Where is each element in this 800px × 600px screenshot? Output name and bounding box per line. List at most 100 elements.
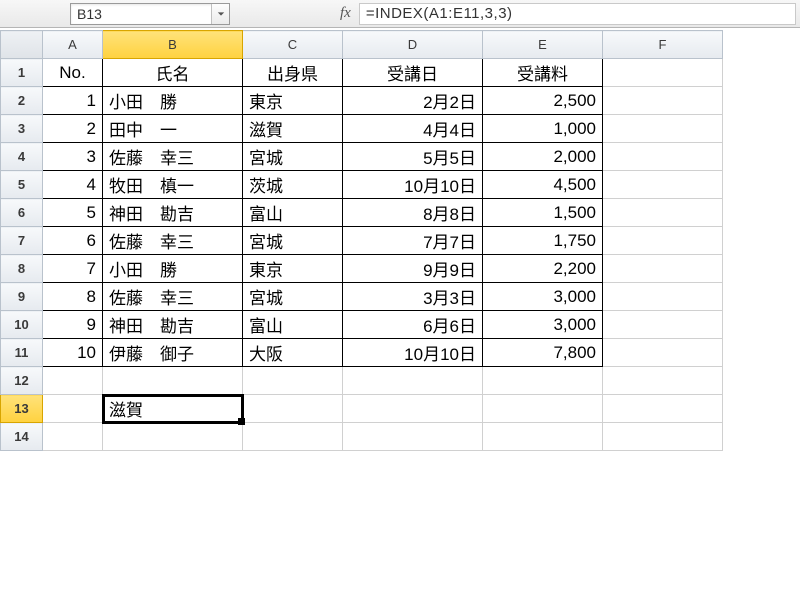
cell-B4[interactable]: 佐藤 幸三: [103, 143, 243, 171]
row-header-11[interactable]: 11: [1, 339, 43, 367]
name-box-dropdown[interactable]: [211, 4, 229, 24]
cell-E8[interactable]: 2,200: [483, 255, 603, 283]
cell-A11[interactable]: 10: [43, 339, 103, 367]
cell-E11[interactable]: 7,800: [483, 339, 603, 367]
name-box[interactable]: B13: [70, 3, 230, 25]
cell-D2[interactable]: 2月2日: [343, 87, 483, 115]
cell-C14[interactable]: [243, 423, 343, 451]
row-header-8[interactable]: 8: [1, 255, 43, 283]
cell-C3[interactable]: 滋賀: [243, 115, 343, 143]
cell-A6[interactable]: 5: [43, 199, 103, 227]
cell-C2[interactable]: 東京: [243, 87, 343, 115]
cell-F11[interactable]: [603, 339, 723, 367]
cell-B2[interactable]: 小田 勝: [103, 87, 243, 115]
fx-icon[interactable]: fx: [340, 5, 351, 22]
cell-A5[interactable]: 4: [43, 171, 103, 199]
cell-E7[interactable]: 1,750: [483, 227, 603, 255]
cell-A14[interactable]: [43, 423, 103, 451]
cell-D12[interactable]: [343, 367, 483, 395]
cell-F2[interactable]: [603, 87, 723, 115]
column-header-F[interactable]: F: [603, 31, 723, 59]
cell-D1[interactable]: 受講日: [343, 59, 483, 87]
cell-B10[interactable]: 神田 勘吉: [103, 311, 243, 339]
row-header-7[interactable]: 7: [1, 227, 43, 255]
cell-D7[interactable]: 7月7日: [343, 227, 483, 255]
cell-E6[interactable]: 1,500: [483, 199, 603, 227]
spreadsheet-grid[interactable]: ABCDEF 1No.氏名出身県受講日受講料21小田 勝東京2月2日2,5003…: [0, 30, 723, 451]
cell-E3[interactable]: 1,000: [483, 115, 603, 143]
column-header-C[interactable]: C: [243, 31, 343, 59]
cell-A12[interactable]: [43, 367, 103, 395]
cell-C5[interactable]: 茨城: [243, 171, 343, 199]
cell-B12[interactable]: [103, 367, 243, 395]
cell-B6[interactable]: 神田 勘吉: [103, 199, 243, 227]
row-header-12[interactable]: 12: [1, 367, 43, 395]
row-header-2[interactable]: 2: [1, 87, 43, 115]
row-header-5[interactable]: 5: [1, 171, 43, 199]
cell-F3[interactable]: [603, 115, 723, 143]
cell-A2[interactable]: 1: [43, 87, 103, 115]
cell-A7[interactable]: 6: [43, 227, 103, 255]
cell-E1[interactable]: 受講料: [483, 59, 603, 87]
cell-B1[interactable]: 氏名: [103, 59, 243, 87]
cell-F9[interactable]: [603, 283, 723, 311]
cell-D14[interactable]: [343, 423, 483, 451]
cell-C10[interactable]: 富山: [243, 311, 343, 339]
cell-C9[interactable]: 宮城: [243, 283, 343, 311]
cell-C6[interactable]: 富山: [243, 199, 343, 227]
cell-D3[interactable]: 4月4日: [343, 115, 483, 143]
row-header-1[interactable]: 1: [1, 59, 43, 87]
cell-F6[interactable]: [603, 199, 723, 227]
cell-B3[interactable]: 田中 一: [103, 115, 243, 143]
column-header-B[interactable]: B: [103, 31, 243, 59]
cell-A3[interactable]: 2: [43, 115, 103, 143]
row-header-3[interactable]: 3: [1, 115, 43, 143]
cell-F8[interactable]: [603, 255, 723, 283]
cell-B5[interactable]: 牧田 槙一: [103, 171, 243, 199]
cell-E13[interactable]: [483, 395, 603, 423]
column-header-A[interactable]: A: [43, 31, 103, 59]
cell-E12[interactable]: [483, 367, 603, 395]
row-header-9[interactable]: 9: [1, 283, 43, 311]
cell-A13[interactable]: [43, 395, 103, 423]
cell-F7[interactable]: [603, 227, 723, 255]
cell-E5[interactable]: 4,500: [483, 171, 603, 199]
row-header-14[interactable]: 14: [1, 423, 43, 451]
cell-B9[interactable]: 佐藤 幸三: [103, 283, 243, 311]
cell-F12[interactable]: [603, 367, 723, 395]
cell-B11[interactable]: 伊藤 御子: [103, 339, 243, 367]
row-header-13[interactable]: 13: [1, 395, 43, 423]
cell-C8[interactable]: 東京: [243, 255, 343, 283]
cell-E14[interactable]: [483, 423, 603, 451]
cell-F1[interactable]: [603, 59, 723, 87]
row-header-10[interactable]: 10: [1, 311, 43, 339]
cell-D9[interactable]: 3月3日: [343, 283, 483, 311]
cell-F4[interactable]: [603, 143, 723, 171]
cell-B14[interactable]: [103, 423, 243, 451]
cell-F10[interactable]: [603, 311, 723, 339]
cell-D11[interactable]: 10月10日: [343, 339, 483, 367]
cell-F14[interactable]: [603, 423, 723, 451]
cell-E2[interactable]: 2,500: [483, 87, 603, 115]
cell-A8[interactable]: 7: [43, 255, 103, 283]
cell-E4[interactable]: 2,000: [483, 143, 603, 171]
column-header-D[interactable]: D: [343, 31, 483, 59]
cell-D5[interactable]: 10月10日: [343, 171, 483, 199]
cell-A9[interactable]: 8: [43, 283, 103, 311]
cell-C12[interactable]: [243, 367, 343, 395]
cell-D10[interactable]: 6月6日: [343, 311, 483, 339]
cell-A4[interactable]: 3: [43, 143, 103, 171]
cell-C7[interactable]: 宮城: [243, 227, 343, 255]
cell-D13[interactable]: [343, 395, 483, 423]
cell-C11[interactable]: 大阪: [243, 339, 343, 367]
cell-B13[interactable]: 滋賀: [103, 395, 243, 423]
cell-E9[interactable]: 3,000: [483, 283, 603, 311]
cell-D4[interactable]: 5月5日: [343, 143, 483, 171]
cell-F13[interactable]: [603, 395, 723, 423]
formula-input[interactable]: =INDEX(A1:E11,3,3): [359, 3, 796, 25]
column-header-E[interactable]: E: [483, 31, 603, 59]
row-header-4[interactable]: 4: [1, 143, 43, 171]
cell-F5[interactable]: [603, 171, 723, 199]
row-header-6[interactable]: 6: [1, 199, 43, 227]
cell-C1[interactable]: 出身県: [243, 59, 343, 87]
